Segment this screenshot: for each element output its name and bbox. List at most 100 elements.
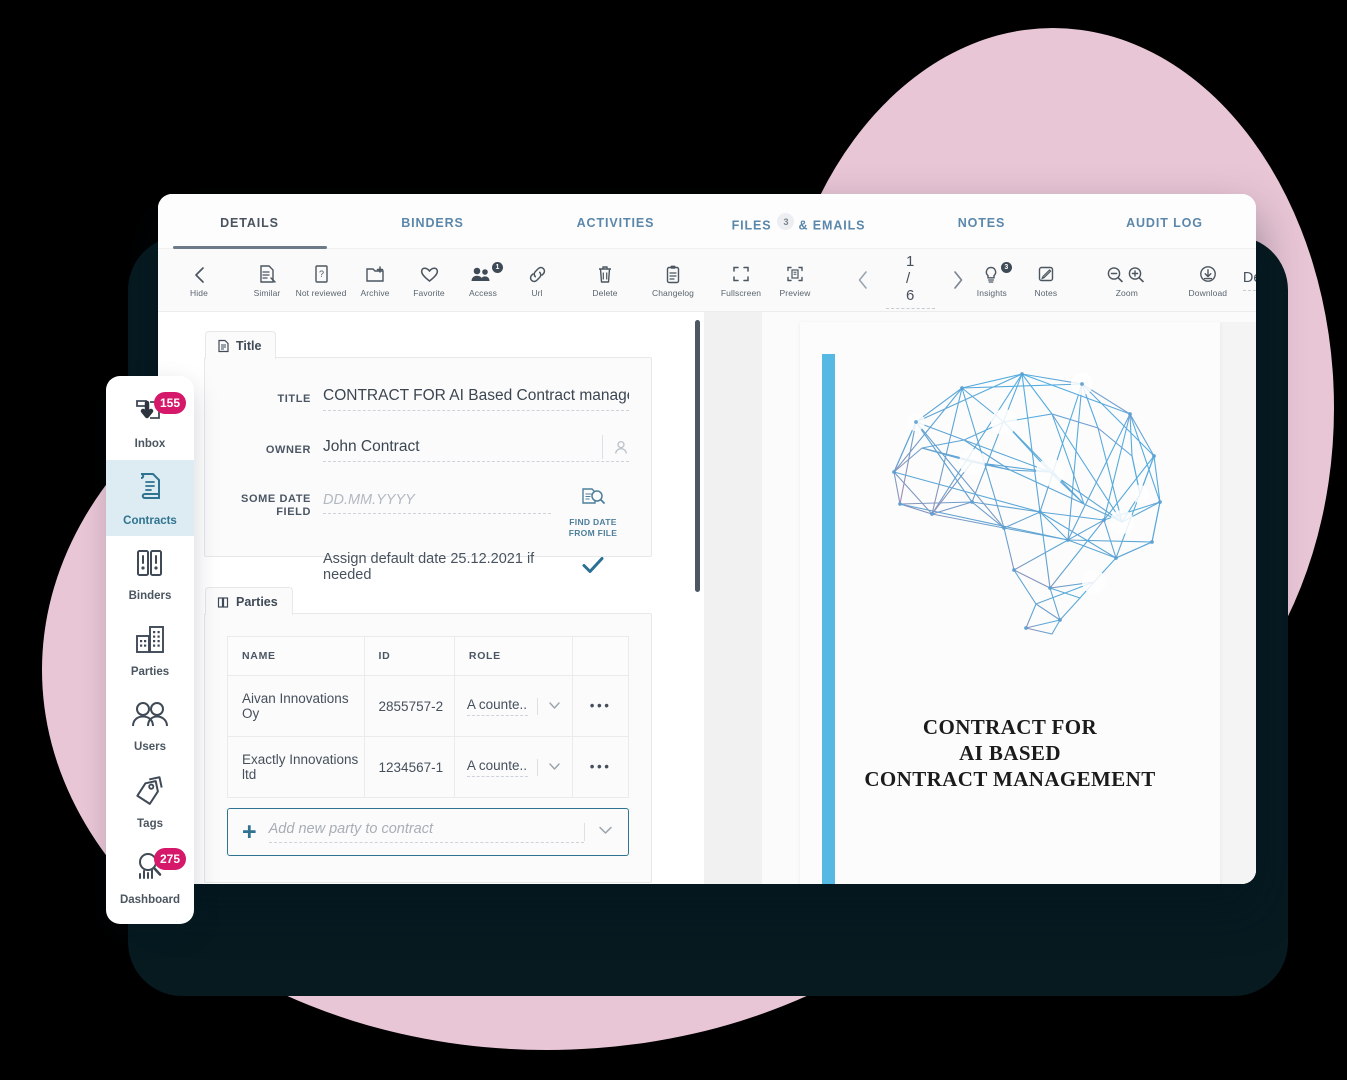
inbox-badge: 155 bbox=[154, 392, 187, 414]
column-header-name: NAME bbox=[227, 636, 365, 676]
party-row-menu-button[interactable]: ••• bbox=[572, 736, 629, 798]
owner-value: John Contract bbox=[323, 438, 420, 455]
zoom-controls[interactable]: Zoom bbox=[1087, 263, 1167, 298]
not-reviewed-button[interactable]: ? Not reviewed bbox=[294, 263, 348, 298]
table-row[interactable]: Exactly Innovations ltd 1234567-1 A coun… bbox=[227, 736, 629, 798]
notes-label: Notes bbox=[1034, 287, 1058, 298]
sidebar-item-users[interactable]: Users bbox=[106, 688, 194, 764]
changelog-button[interactable]: Changelog bbox=[646, 263, 700, 298]
find-date-from-file-button[interactable]: FIND DATE FROM FILE bbox=[557, 484, 629, 539]
url-button[interactable]: Url bbox=[510, 263, 564, 298]
sidebar-item-contracts[interactable]: Contracts bbox=[106, 460, 194, 536]
add-new-party-input[interactable]: + Add new party to contract bbox=[227, 808, 629, 856]
similar-button[interactable]: Similar bbox=[240, 263, 294, 298]
insights-button[interactable]: 3 Insights bbox=[965, 261, 1019, 298]
sidebar-item-parties-label: Parties bbox=[130, 665, 170, 678]
title-field-label: TITLE bbox=[277, 393, 311, 405]
party-row-menu-button[interactable]: ••• bbox=[572, 675, 629, 737]
tab-activities[interactable]: ACTIVITIES bbox=[524, 212, 707, 230]
tab-notes[interactable]: NOTES bbox=[890, 212, 1073, 230]
users-icon bbox=[130, 700, 170, 735]
document-icon bbox=[217, 339, 230, 353]
title-input[interactable]: CONTRACT FOR AI Based Contract managemer bbox=[323, 384, 629, 411]
document-page[interactable]: CONTRACT FOR AI BASED CONTRACT MANAGEMEN… bbox=[800, 322, 1220, 884]
title-card-tab[interactable]: Title bbox=[205, 331, 277, 359]
main-sidebar: 155 Inbox Contracts Binders Parties User… bbox=[106, 376, 194, 924]
clipboard-icon bbox=[664, 263, 682, 285]
chevron-down-icon[interactable] bbox=[584, 823, 614, 841]
previous-page-button[interactable] bbox=[856, 269, 870, 291]
archive-button[interactable]: Archive bbox=[348, 263, 402, 298]
download-icon bbox=[1198, 263, 1218, 285]
doc-title-line-3: CONTRACT MANAGEMENT bbox=[864, 767, 1156, 791]
hide-button[interactable]: Hide bbox=[172, 263, 226, 298]
party-role-select[interactable]: A counte.. bbox=[466, 758, 572, 777]
preview-button[interactable]: Preview bbox=[768, 263, 822, 298]
some-date-label-line2: FIELD bbox=[276, 506, 311, 518]
plus-icon: + bbox=[242, 817, 257, 846]
sidebar-item-users-label: Users bbox=[134, 740, 166, 753]
tab-audit-log[interactable]: AUDIT LOG bbox=[1073, 212, 1256, 230]
access-button[interactable]: 1 Access bbox=[456, 261, 510, 298]
sidebar-item-inbox-label: Inbox bbox=[134, 437, 166, 450]
assign-default-date-checkmark[interactable] bbox=[557, 555, 629, 580]
favorite-button[interactable]: Favorite bbox=[402, 263, 456, 298]
chevron-down-icon bbox=[547, 760, 562, 775]
sidebar-item-dashboard[interactable]: 275 Dashboard bbox=[106, 840, 194, 916]
delete-button[interactable]: Delete bbox=[578, 263, 632, 298]
download-button[interactable]: Download bbox=[1181, 263, 1235, 298]
parties-icon bbox=[217, 595, 230, 609]
details-pane: Title TITLE CONTRACT FOR AI Based Contra… bbox=[158, 312, 704, 884]
sidebar-item-tags[interactable]: Tags bbox=[106, 764, 194, 840]
scrollbar-thumb[interactable] bbox=[695, 320, 700, 592]
owner-field-label: OWNER bbox=[265, 444, 311, 456]
archive-label: Archive bbox=[360, 287, 390, 298]
preview-icon bbox=[785, 263, 805, 285]
parties-card-tab[interactable]: Parties bbox=[205, 587, 293, 615]
sidebar-item-contracts-label: Contracts bbox=[123, 514, 177, 527]
files-count-badge: 3 bbox=[777, 213, 795, 231]
sidebar-item-binders-label: Binders bbox=[128, 589, 172, 602]
sidebar-item-parties[interactable]: Parties bbox=[106, 612, 194, 688]
page-navigator: 1 / 6 bbox=[856, 252, 965, 309]
document-select[interactable]: Demo contr.. bbox=[1242, 269, 1256, 291]
title-card: Title TITLE CONTRACT FOR AI Based Contra… bbox=[204, 331, 652, 583]
page-accent-stripe bbox=[822, 354, 835, 884]
access-count-badge: 1 bbox=[492, 261, 503, 273]
party-role-select[interactable]: A counte.. bbox=[466, 697, 572, 716]
tab-files-and-emails[interactable]: FILES 3 & EMAILS bbox=[707, 209, 890, 233]
sidebar-item-inbox[interactable]: 155 Inbox bbox=[106, 384, 194, 460]
person-icon[interactable] bbox=[602, 435, 629, 459]
details-scrollbar[interactable] bbox=[695, 320, 702, 880]
sidebar-item-binders[interactable]: Binders bbox=[106, 536, 194, 612]
assign-default-date-row: Assign default date 25.12.2021 if needed bbox=[205, 551, 651, 583]
some-date-label-line1: SOME DATE bbox=[241, 493, 311, 505]
role-divider bbox=[537, 758, 539, 776]
sidebar-item-tags-label: Tags bbox=[137, 817, 163, 830]
fullscreen-icon bbox=[731, 263, 751, 285]
next-page-button[interactable] bbox=[951, 269, 965, 291]
some-date-input[interactable]: DD.MM.YYYY bbox=[323, 489, 551, 514]
tab-binders[interactable]: BINDERS bbox=[341, 212, 524, 230]
assign-default-date-text: Assign default date 25.12.2021 if needed bbox=[323, 551, 535, 583]
buildings-icon bbox=[133, 623, 167, 660]
title-card-tab-label: Title bbox=[236, 338, 262, 353]
parties-card-tab-label: Parties bbox=[236, 594, 278, 609]
notes-button[interactable]: Notes bbox=[1019, 263, 1073, 298]
tab-notes-label: NOTES bbox=[957, 216, 1006, 230]
owner-input[interactable]: John Contract bbox=[323, 435, 629, 462]
party-role-value: A counte.. bbox=[466, 697, 529, 716]
polygonal-brain-illustration bbox=[854, 352, 1194, 642]
fullscreen-button[interactable]: Fullscreen bbox=[714, 263, 768, 298]
fullscreen-label: Fullscreen bbox=[720, 287, 762, 298]
binders-icon bbox=[134, 547, 166, 584]
document-preview-pane: CONTRACT FOR AI BASED CONTRACT MANAGEMEN… bbox=[762, 312, 1256, 884]
tab-emails-label: & EMAILS bbox=[798, 218, 866, 233]
zoom-label: Zoom bbox=[1115, 287, 1138, 298]
page-indicator[interactable]: 1 / 6 bbox=[886, 252, 935, 309]
access-label: Access bbox=[469, 287, 497, 298]
main-tab-bar: DETAILS BINDERS ACTIVITIES FILES 3 & EMAIL… bbox=[158, 194, 1256, 248]
tab-details[interactable]: DETAILS bbox=[158, 212, 341, 230]
tags-icon bbox=[132, 775, 168, 812]
table-row[interactable]: Aivan Innovations Oy 2855757-2 A counte.… bbox=[227, 675, 629, 737]
